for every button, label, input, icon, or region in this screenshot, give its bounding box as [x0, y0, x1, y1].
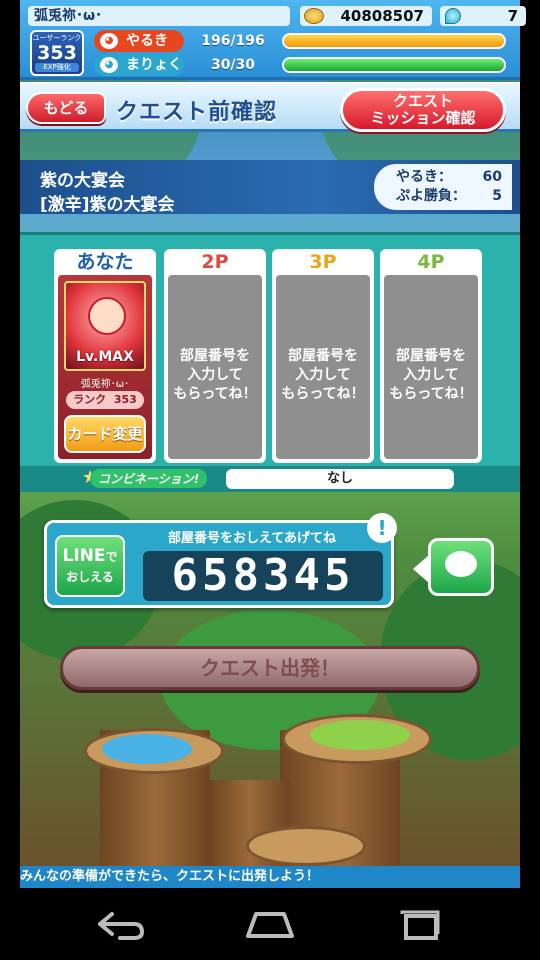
slot-label-4p: 4P: [417, 251, 445, 273]
character-portrait: [88, 297, 126, 335]
combination-label: コンビネーション!: [90, 469, 208, 488]
party-slot-you: あなた Lv.MAX 弧兎祢･ω･ ランク 353 カード変更: [54, 249, 156, 463]
rank-value: 353: [37, 42, 77, 64]
magic-row: ◕ まりょく 30/30: [94, 54, 530, 76]
quest-wins-label: ぷよ勝負：: [396, 188, 466, 204]
home-icon[interactable]: [240, 906, 300, 942]
quest-requirements: やるき： 60 ぷよ勝負： 5: [374, 164, 512, 210]
coin-value: 40808507: [340, 7, 425, 25]
stamina-bar: [282, 33, 506, 49]
android-nav-bar: [0, 888, 540, 960]
magic-icon: ◕: [100, 57, 118, 73]
quest-wins: 5: [492, 188, 502, 204]
recent-apps-icon[interactable]: [390, 906, 450, 942]
room-number: 658345: [143, 551, 383, 601]
mission-button-line2: ミッション確認: [370, 109, 476, 127]
left-letterbox: [0, 0, 20, 888]
change-card-button[interactable]: カード変更: [64, 415, 146, 453]
room-caption: 部屋番号をおしえてあげてね: [168, 531, 336, 546]
exp-label: EXP強化: [35, 63, 79, 72]
water-pool: [102, 734, 192, 764]
bottom-ticker: みんなの準備ができたら、クエストに出発しよう！: [20, 866, 520, 888]
magic-bar-fill: [284, 59, 504, 71]
user-rank-badge[interactable]: ユーザーランク 353 EXP強化: [30, 30, 84, 76]
empty-slot-message: 部屋番号を 入力して もらってね！: [168, 275, 262, 459]
leader-card-panel: Lv.MAX 弧兎祢･ω･ ランク 353 カード変更: [58, 275, 152, 459]
quest-depart-button[interactable]: クエスト出発！: [60, 646, 480, 690]
party-slot-2p: 2P 部屋番号を 入力して もらってね！: [164, 249, 266, 463]
room-number-panel: LINEで おしえる 部屋番号をおしえてあげてね 658345 !: [44, 513, 397, 608]
player-status-bar: 弧兎祢･ω･ 40808507 7 ユーザーランク 353 EXP強化 ◕ やる…: [20, 0, 526, 80]
combination-bar: ★ コンビネーション! なし: [20, 466, 520, 492]
gem-counter[interactable]: 7: [440, 6, 526, 26]
quest-name: 紫の大宴会: [40, 171, 125, 191]
leader-card[interactable]: Lv.MAX: [64, 281, 146, 371]
campfire-stump: [246, 826, 366, 866]
party-slot-4p: 4P 部屋番号を 入力して もらってね！: [380, 249, 482, 463]
empty-slot-message: 部屋番号を 入力して もらってね！: [384, 275, 478, 459]
back-arrow-icon[interactable]: [90, 906, 150, 942]
stamina-label: ◕ やるき: [94, 30, 184, 52]
screen-header: もどる クエスト前確認 クエスト ミッション確認: [20, 82, 520, 132]
quest-mission-button[interactable]: クエスト ミッション確認: [340, 88, 506, 132]
back-button[interactable]: もどる: [26, 92, 106, 124]
chat-button[interactable]: [413, 538, 494, 596]
party-slot-3p: 3P 部屋番号を 入力して もらってね！: [272, 249, 374, 463]
coin-counter[interactable]: 40808507: [300, 6, 432, 26]
quest-stage-name: [激辛]紫の大宴会: [40, 195, 175, 215]
grass-patch: [310, 720, 410, 750]
line-share-button[interactable]: LINEで おしえる: [55, 535, 125, 597]
magic-bar: [282, 57, 506, 73]
player-rank-tag: ランク 353: [66, 391, 144, 409]
page-title: クエスト前確認: [116, 100, 278, 125]
stamina-icon: ◕: [100, 33, 118, 49]
player-name: 弧兎祢･ω･: [28, 6, 290, 26]
stamina-bar-fill: [284, 35, 504, 47]
party-panel: あなた Lv.MAX 弧兎祢･ω･ ランク 353 カード変更 2P 部屋番号を…: [20, 232, 520, 466]
card-level: Lv.MAX: [76, 349, 134, 365]
slot-label-you: あなた: [76, 251, 134, 273]
quest-stamina-label: やるき：: [396, 169, 452, 185]
slot-label-2p: 2P: [201, 251, 229, 273]
coin-icon: [304, 8, 324, 24]
combination-value: なし: [226, 469, 454, 489]
card-owner-name: 弧兎祢･ω･: [80, 379, 130, 390]
magic-label: ◕ まりょく: [94, 54, 184, 76]
stamina-value: 196/196: [201, 33, 265, 49]
chat-arrow-icon: [413, 555, 429, 583]
quest-stamina-cost: 60: [482, 169, 502, 185]
magic-stone-icon: [445, 8, 461, 24]
quest-banner: 紫の大宴会 [激辛]紫の大宴会 やるき： 60 ぷよ勝負： 5: [20, 160, 520, 215]
slot-label-3p: 3P: [309, 251, 337, 273]
right-letterbox: [520, 0, 540, 888]
mission-button-line1: クエスト: [392, 92, 453, 110]
gem-value: 7: [507, 7, 518, 25]
stamina-row: ◕ やるき 196/196: [94, 30, 530, 52]
chat-icon: [445, 551, 477, 577]
magic-value: 30/30: [210, 57, 256, 73]
empty-slot-message: 部屋番号を 入力して もらってね！: [276, 275, 370, 459]
info-bang-icon[interactable]: !: [367, 513, 397, 543]
